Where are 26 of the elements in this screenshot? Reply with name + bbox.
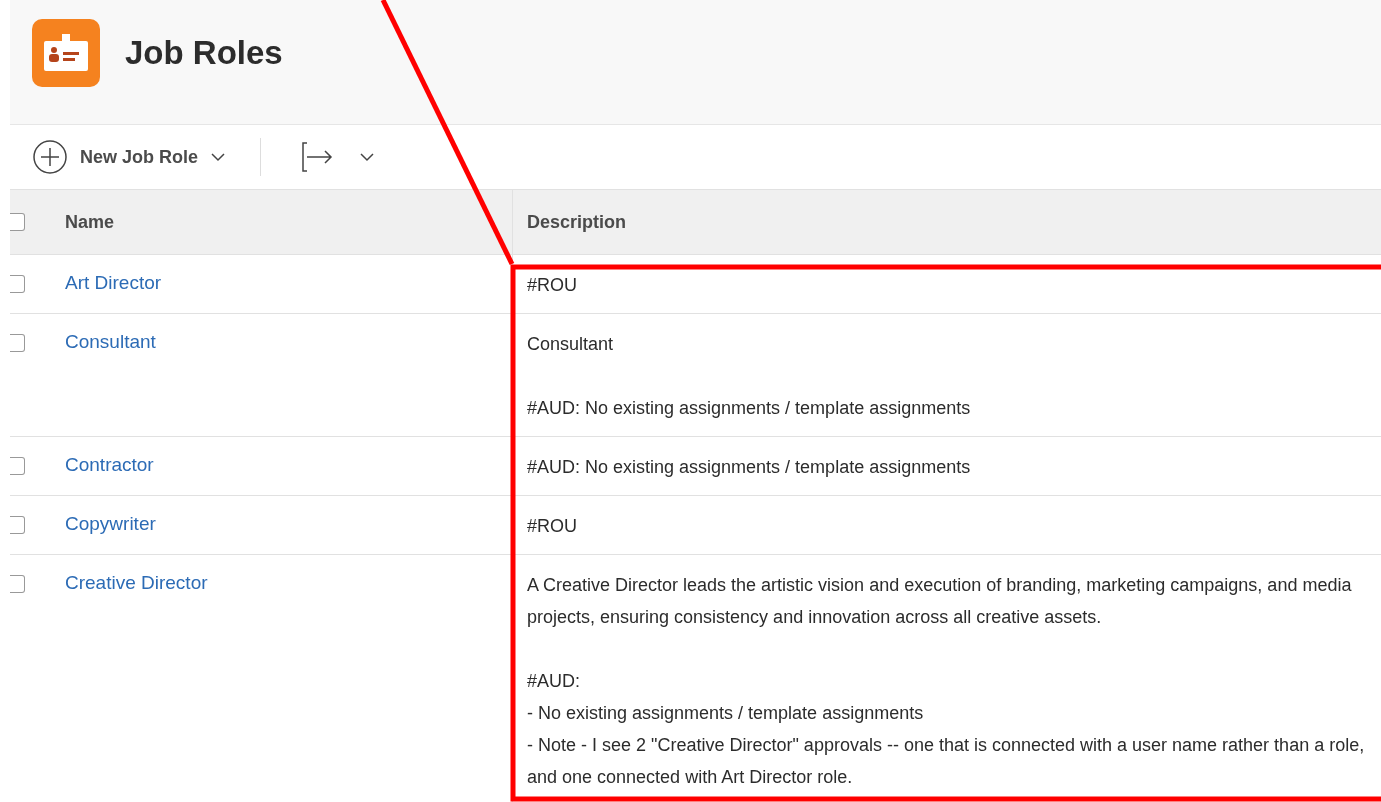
description-text: A Creative Director leads the artistic vision and execution of branding, marketing campaigns, and media projects, ensuring consistency and innovation across all creative assets. <box>527 574 1353 629</box>
description-text: #AUD: No existing assignments / template assignments <box>527 397 972 420</box>
job-role-link[interactable]: Consultant <box>65 314 156 353</box>
description-text: #AUD: <box>527 670 581 693</box>
column-header[interactable]: Name <box>65 211 115 232</box>
job-role-link[interactable]: Contractor <box>65 437 154 476</box>
row-checkbox[interactable] <box>10 275 25 293</box>
id-badge-icon <box>32 19 100 87</box>
description-text: #ROU <box>527 515 578 538</box>
column-header[interactable]: Description <box>527 211 627 233</box>
page-title: Job Roles <box>125 34 283 72</box>
description-text: #AUD: No existing assignments / template assignments <box>527 456 972 479</box>
description-text: - Note - I see 2 "Creative Director" approvals -- one that is connected with a user name rather than a role, and one connected with Art Director role. <box>527 734 1366 789</box>
row-checkbox[interactable] <box>10 516 25 534</box>
row-checkbox[interactable] <box>10 334 25 352</box>
row-checkbox[interactable] <box>10 575 25 593</box>
plus-circle-icon <box>32 139 68 175</box>
row-checkbox[interactable] <box>10 457 25 475</box>
job-role-link[interactable]: Art Director <box>65 255 162 294</box>
new-job-role-button[interactable]: New Job Role <box>32 139 227 175</box>
select-all-checkbox[interactable] <box>10 213 25 231</box>
job-role-link[interactable]: Creative Director <box>65 555 208 594</box>
description-text: - No existing assignments / template assignments <box>527 702 925 725</box>
description-text: #ROU <box>527 274 578 297</box>
description-text: Consultant <box>527 333 615 356</box>
job-role-link[interactable]: Copywriter <box>65 496 156 535</box>
